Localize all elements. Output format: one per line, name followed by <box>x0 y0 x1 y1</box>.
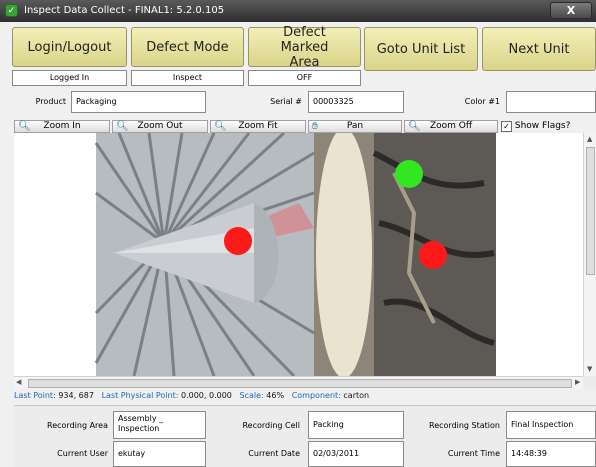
zoom-off-icon: 🔍︎ <box>408 121 421 132</box>
product-field[interactable]: Packaging <box>71 91 206 113</box>
scroll-up-arrow-icon[interactable]: ▲ <box>587 135 592 143</box>
recording-station-field[interactable]: Final Inspection <box>506 411 596 439</box>
serial-label: Serial # <box>270 97 302 106</box>
login-logout-button[interactable]: Login/Logout <box>12 27 127 67</box>
last-physical-point-label: Last Physical Point: <box>101 391 179 400</box>
pan-button[interactable]: ✋︎ Pan <box>308 120 402 133</box>
recording-area-field[interactable]: Assembly _ Inspection <box>113 411 206 439</box>
vertical-scrollbar[interactable]: ▲ ▼ <box>583 133 596 376</box>
show-flags-label: Show Flags? <box>514 121 571 131</box>
defect-mode-button[interactable]: Defect Mode <box>131 27 244 67</box>
marked-area-status: OFF <box>248 70 361 86</box>
zoom-out-label: Zoom Out <box>137 121 183 131</box>
zoom-fit-icon: 🔍︎ <box>214 121 227 132</box>
zoom-in-button[interactable]: 🔍︎ Zoom In <box>14 120 110 133</box>
defect-marker-red[interactable] <box>224 227 252 255</box>
last-physical-point-value: 0.000, 0.000 <box>180 391 232 400</box>
defect-marked-area-label: Defect Marked Area <box>280 24 329 70</box>
pan-label: Pan <box>346 121 364 131</box>
last-point-label: Last Point: <box>14 391 56 400</box>
serial-field[interactable]: 00003325 <box>308 91 404 113</box>
component-label: Component: <box>291 391 341 400</box>
current-user-field[interactable]: ekutay <box>113 441 206 467</box>
vertical-scroll-thumb[interactable] <box>586 147 595 275</box>
next-unit-button[interactable]: Next Unit <box>482 27 596 71</box>
horizontal-scroll-thumb[interactable] <box>28 379 572 388</box>
app-check-icon: ✓ <box>5 4 18 17</box>
close-button[interactable]: X <box>550 2 592 19</box>
last-point-value: 934, 687 <box>58 391 94 400</box>
defect-marked-area-button[interactable]: Defect Marked Area <box>248 24 361 70</box>
recording-cell-label: Recording Cell <box>242 421 300 430</box>
goto-unit-list-button[interactable]: Goto Unit List <box>364 27 478 71</box>
login-status: Logged In <box>12 70 127 86</box>
zoom-out-icon: 🔍︎ <box>116 121 129 132</box>
scroll-left-arrow-icon[interactable]: ◀ <box>16 378 21 386</box>
current-time-label: Current Time <box>447 449 500 458</box>
recording-area-label: Recording Area <box>47 421 108 430</box>
scroll-right-arrow-icon[interactable]: ▶ <box>575 378 580 386</box>
current-date-field[interactable]: 02/03/2011 <box>308 441 404 467</box>
zoom-out-button[interactable]: 🔍︎ Zoom Out <box>112 120 208 133</box>
zoom-in-icon: 🔍︎ <box>18 121 31 132</box>
zoom-off-label: Zoom Off <box>429 121 473 131</box>
current-user-label: Current User <box>57 449 108 458</box>
hand-icon: ✋︎ <box>312 121 318 132</box>
show-flags-toggle[interactable]: ✓ Show Flags? <box>501 120 596 133</box>
component-value: carton <box>343 391 370 400</box>
recording-cell-field[interactable]: Packing <box>308 411 404 439</box>
zoom-fit-label: Zoom Fit <box>238 121 278 131</box>
mode-status: Inspect <box>131 70 244 86</box>
zoom-off-button[interactable]: 🔍︎ Zoom Off <box>404 120 498 133</box>
defect-marker-red[interactable] <box>419 241 447 269</box>
zoom-in-label: Zoom In <box>43 121 81 131</box>
recording-station-label: Recording Station <box>429 421 500 430</box>
engine-image <box>14 128 583 378</box>
current-date-label: Current Date <box>248 449 300 458</box>
color-label: Color #1 <box>464 97 500 106</box>
scale-value: 46% <box>266 391 285 400</box>
status-bar: Last Point: 934, 687 Last Physical Point… <box>14 391 596 403</box>
product-label: Product <box>35 97 66 106</box>
scroll-corner <box>583 376 596 389</box>
current-time-field[interactable]: 14:48:39 <box>506 441 596 467</box>
scroll-down-arrow-icon[interactable]: ▼ <box>587 365 592 373</box>
horizontal-scrollbar[interactable]: ◀ ▶ <box>14 376 583 389</box>
image-viewport[interactable] <box>14 128 583 378</box>
title-bar: ✓ Inspect Data Collect - FINAL1: 5.2.0.1… <box>0 0 596 22</box>
zoom-fit-button[interactable]: 🔍︎ Zoom Fit <box>210 120 306 133</box>
window-title: Inspect Data Collect - FINAL1: 5.2.0.105 <box>24 5 225 16</box>
scale-label: Scale: <box>239 391 264 400</box>
show-flags-checkbox[interactable]: ✓ <box>501 121 512 132</box>
color-field[interactable] <box>506 91 596 113</box>
defect-marker-green[interactable] <box>395 160 423 188</box>
